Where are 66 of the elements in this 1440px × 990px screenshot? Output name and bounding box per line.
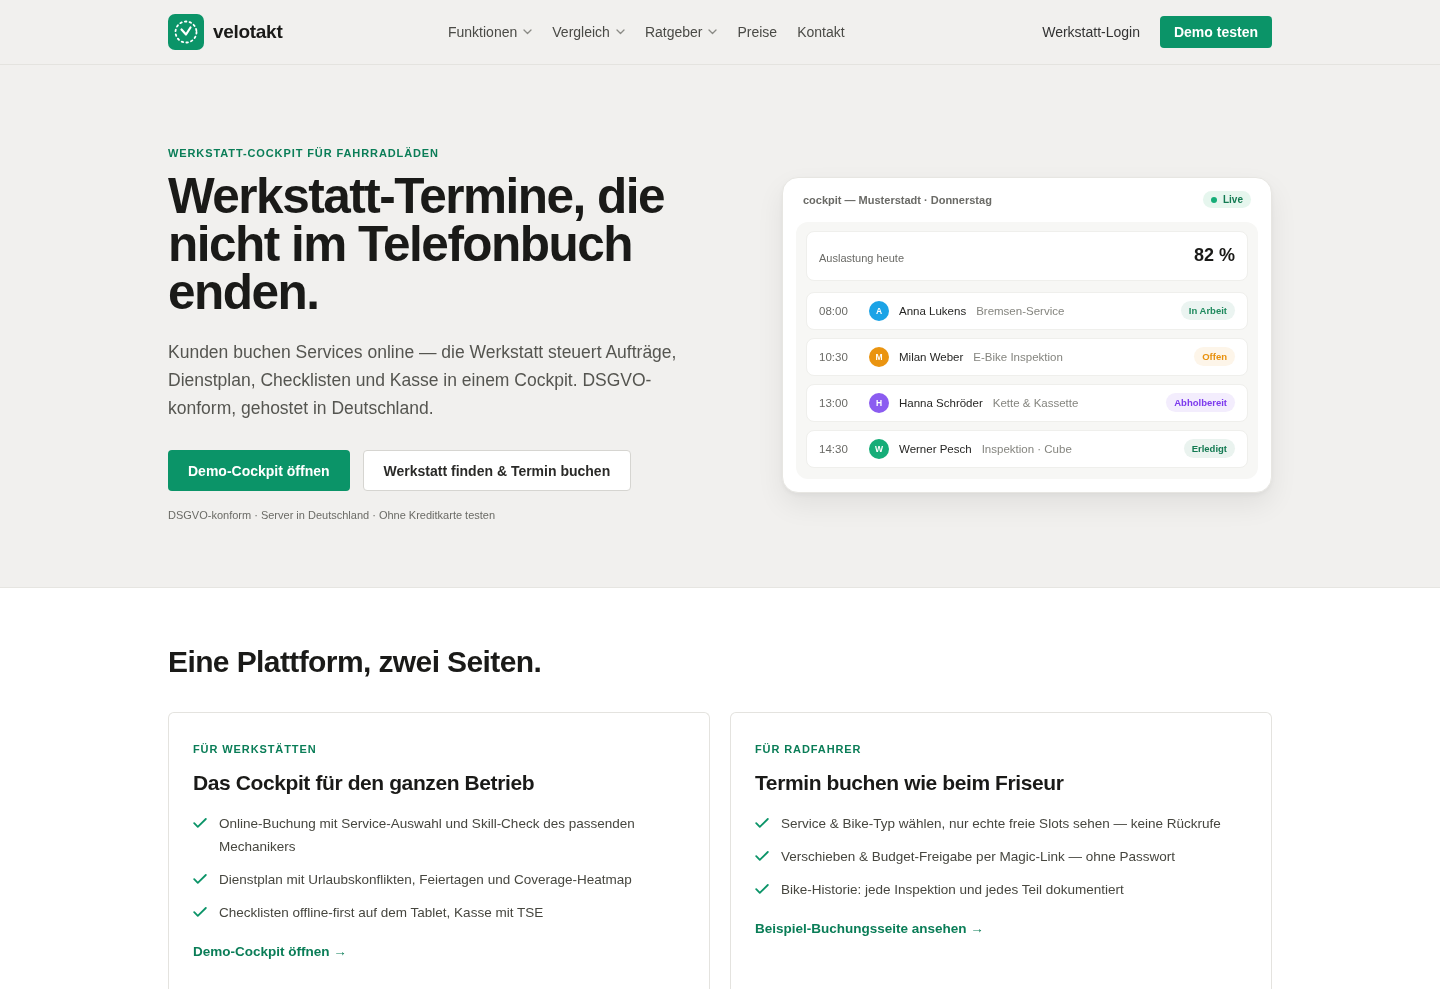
- nav-link[interactable]: Vergleich: [552, 24, 625, 40]
- brand-name[interactable]: velotakt: [213, 21, 283, 43]
- service-name: Inspektion · Cube: [981, 442, 1072, 455]
- secondary-button[interactable]: Werkstatt finden & Termin buchen: [362, 450, 632, 491]
- check-icon: [755, 884, 769, 894]
- check-icon: [755, 818, 769, 828]
- appointment-row[interactable]: 10:30 M Milan Weber E-Bike Inspektion Offen: [806, 337, 1248, 376]
- avatar: W: [869, 438, 889, 459]
- nav-link[interactable]: Ratgeber: [644, 24, 718, 40]
- trust-note: DSGVO-konform · Server in Deutschland · Ohne Kreditkarte testen: [168, 508, 497, 522]
- nav-link[interactable]: Kontakt: [797, 24, 845, 40]
- section-title: Eine Plattform, zwei Seiten.: [168, 644, 543, 680]
- service-name: Kette & Kassette: [992, 396, 1079, 409]
- appointment-row[interactable]: 08:00 A Anna Lukens Bremsen-Service In Arbeit: [806, 291, 1248, 330]
- login-link[interactable]: Werkstatt-Login: [1042, 24, 1140, 40]
- utilization-label: Auslastung heute: [819, 250, 904, 264]
- feature-text: Verschieben & Budget-Freigabe per Magic-Link — ohne Passwort: [781, 848, 1175, 866]
- live-dot-icon: [1211, 196, 1217, 203]
- hero-lead: Kunden buchen Services online — die Werkstatt steuert Aufträge, Dienstplan, Checklisten und Kasse in einem Cockpit. DSGVO-konform, gehostet in Deutschland.: [168, 341, 678, 420]
- avatar: H: [869, 392, 889, 413]
- hero-eyebrow: WERKSTATT-COCKPIT FÜR FAHRRADLÄDEN: [168, 147, 440, 160]
- card-eyebrow: FÜR WERKSTÄTTEN: [193, 743, 318, 756]
- check-icon: [193, 907, 207, 917]
- cockpit-title: cockpit — Musterstadt · Donnerstag: [803, 193, 992, 206]
- chevron-down-icon: [708, 29, 718, 35]
- appointment-time: 14:30: [819, 442, 849, 455]
- feature-text: Bike-Historie: jede Inspektion und jedes Teil dokumentiert: [781, 881, 1124, 899]
- appointment-row[interactable]: 14:30 W Werner Pesch Inspektion · Cube Erledigt: [806, 429, 1248, 468]
- card-link[interactable]: Demo-Cockpit öffnen →: [193, 942, 347, 962]
- demo-button[interactable]: Demo testen: [1159, 16, 1272, 48]
- status-badge: In Arbeit: [1180, 301, 1235, 320]
- appointment-time: 08:00: [819, 304, 849, 317]
- customer-name: Hanna Schröder: [899, 396, 983, 409]
- customer-name: Anna Lukens: [899, 304, 967, 317]
- appointment-time: 10:30: [819, 350, 849, 363]
- card-eyebrow: FÜR RADFAHRER: [755, 743, 863, 756]
- live-label: Live: [1223, 194, 1243, 205]
- service-name: E-Bike Inspektion: [973, 350, 1063, 363]
- card-title: Das Cockpit für den ganzen Betrieb: [193, 770, 536, 796]
- appointment-time: 13:00: [819, 396, 849, 409]
- customer-name: Milan Weber: [899, 350, 964, 363]
- hero-title: Werkstatt-Termine, die nicht im Telefonbuch enden.: [168, 172, 666, 316]
- logo-icon[interactable]: [168, 14, 204, 50]
- feature-text: Online-Buchung mit Service-Auswahl und Skill-Check des passenden Mechanikers: [219, 815, 636, 856]
- status-badge: Erledigt: [1183, 439, 1235, 458]
- customer-name: Werner Pesch: [899, 442, 972, 455]
- service-name: Bremsen-Service: [976, 304, 1065, 317]
- appointment-row[interactable]: 13:00 H Hanna Schröder Kette & Kassette Abholbereit: [806, 383, 1248, 422]
- check-icon: [193, 874, 207, 884]
- card-link[interactable]: Beispiel-Buchungsseite ansehen →: [755, 919, 984, 939]
- avatar: A: [869, 300, 889, 321]
- avatar: M: [869, 346, 889, 367]
- status-badge: Offen: [1194, 347, 1235, 366]
- feature-text: Dienstplan mit Urlaubskonflikten, Feiertagen und Coverage-Heatmap: [219, 871, 632, 889]
- feature-text: Checklisten offline-first auf dem Tablet, Kasse mit TSE: [219, 904, 544, 922]
- chevron-down-icon: [523, 29, 533, 35]
- check-icon: [193, 818, 207, 828]
- chevron-down-icon: [615, 29, 625, 35]
- utilization-value: 82 %: [1193, 245, 1235, 266]
- nav-link[interactable]: Preise: [737, 24, 778, 40]
- check-icon: [755, 851, 769, 861]
- nav-link[interactable]: Funktionen: [448, 24, 533, 40]
- status-badge: Abholbereit: [1166, 393, 1235, 412]
- feature-text: Service & Bike-Typ wählen, nur echte freie Slots sehen — keine Rückrufe: [781, 815, 1221, 833]
- primary-button[interactable]: Demo-Cockpit öffnen: [168, 450, 350, 491]
- card-title: Termin buchen wie beim Friseur: [755, 770, 1065, 796]
